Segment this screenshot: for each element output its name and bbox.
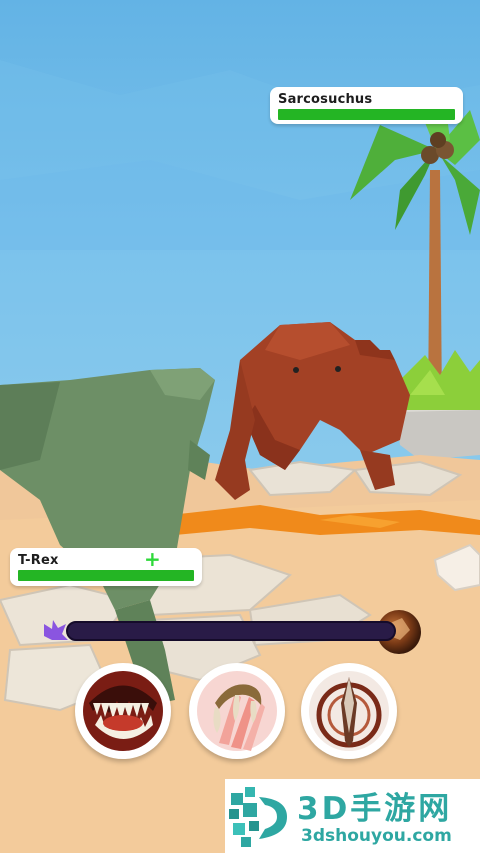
enemy-health-bar (278, 109, 455, 120)
enemy-health-card: Sarcosuchus (270, 87, 463, 124)
player-name: T-Rex (18, 553, 59, 568)
enemy-health-fill (278, 109, 455, 120)
watermark-url: 3dshouyou.com (301, 826, 452, 846)
heal-plus-icon: + (144, 547, 161, 571)
watermark-logo-icon (229, 787, 287, 847)
player-health-bar (18, 570, 194, 581)
claw-slash-icon (197, 671, 277, 751)
tail-skill-button[interactable] (301, 663, 397, 759)
enemy-name: Sarcosuchus (278, 92, 373, 107)
watermark-banner: 3D手游网 3dshouyou.com (225, 779, 480, 853)
rage-meter (66, 621, 396, 641)
bite-skill-button[interactable] (75, 663, 171, 759)
tail-spike-icon (309, 671, 389, 751)
watermark-title: 3D手游网 (297, 791, 453, 827)
player-health-card: T-Rex + (10, 548, 202, 586)
claw-skill-button[interactable] (189, 663, 285, 759)
player-health-fill (18, 570, 194, 581)
bite-jaws-icon (83, 671, 163, 751)
